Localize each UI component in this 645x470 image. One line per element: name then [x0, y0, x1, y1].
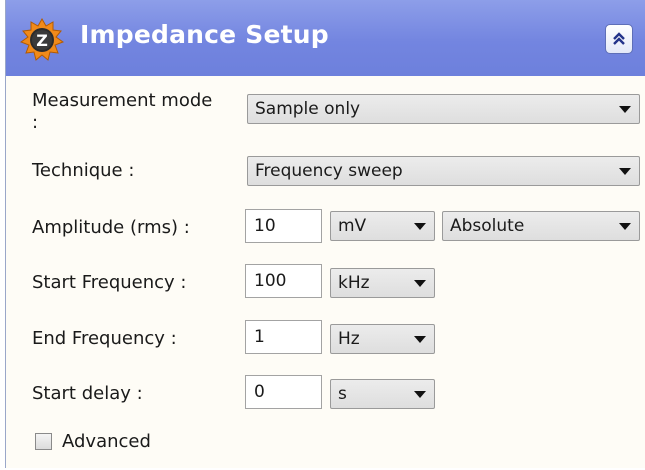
amplitude-value: 10 — [254, 216, 276, 236]
start-frequency-value: 100 — [254, 271, 287, 291]
end-frequency-unit-select[interactable]: Hz — [330, 324, 435, 354]
technique-label: Technique : — [32, 160, 135, 181]
measurement-mode-value: Sample only — [255, 99, 361, 119]
amplitude-mode-value: Absolute — [450, 216, 525, 236]
logo-letter: Z — [36, 31, 48, 50]
chevron-down-icon — [414, 280, 426, 287]
measurement-mode-select[interactable]: Sample only — [247, 94, 640, 124]
collapse-button[interactable] — [605, 24, 633, 54]
start-delay-label: Start delay : — [32, 383, 143, 404]
start-frequency-input[interactable]: 100 — [245, 264, 322, 298]
advanced-checkbox[interactable] — [35, 433, 52, 450]
chevron-down-icon — [414, 391, 426, 398]
end-frequency-label: End Frequency : — [32, 328, 177, 349]
end-frequency-unit-value: Hz — [338, 329, 360, 349]
panel-title: Impedance Setup — [80, 20, 329, 49]
start-delay-unit-value: s — [338, 384, 347, 404]
double-chevron-up-icon — [613, 32, 625, 45]
start-frequency-unit-select[interactable]: kHz — [330, 268, 435, 298]
amplitude-label: Amplitude (rms) : — [32, 217, 190, 238]
panel-header: Z Impedance Setup — [6, 0, 645, 76]
chevron-down-icon — [619, 168, 631, 175]
start-delay-unit-select[interactable]: s — [330, 379, 435, 409]
amplitude-input[interactable]: 10 — [245, 209, 322, 243]
start-delay-value: 0 — [254, 382, 265, 402]
chevron-down-icon — [619, 223, 631, 230]
gear-z-logo-icon: Z — [20, 18, 64, 61]
measurement-mode-label: Measurement mode : — [32, 90, 213, 133]
technique-select[interactable]: Frequency sweep — [247, 156, 640, 186]
start-delay-input[interactable]: 0 — [245, 375, 322, 409]
chevron-down-icon — [619, 106, 631, 113]
chevron-down-icon — [414, 336, 426, 343]
chevron-down-icon — [414, 223, 426, 230]
end-frequency-value: 1 — [254, 327, 265, 347]
amplitude-mode-select[interactable]: Absolute — [442, 211, 640, 241]
start-frequency-label: Start Frequency : — [32, 272, 187, 293]
technique-value: Frequency sweep — [255, 161, 403, 181]
impedance-setup-panel: Z Impedance Setup Measurement mode : Sam… — [5, 0, 645, 468]
amplitude-unit-select[interactable]: mV — [330, 211, 435, 241]
amplitude-unit-value: mV — [338, 216, 367, 236]
advanced-label[interactable]: Advanced — [62, 431, 151, 452]
start-frequency-unit-value: kHz — [338, 273, 370, 293]
end-frequency-input[interactable]: 1 — [245, 320, 322, 354]
